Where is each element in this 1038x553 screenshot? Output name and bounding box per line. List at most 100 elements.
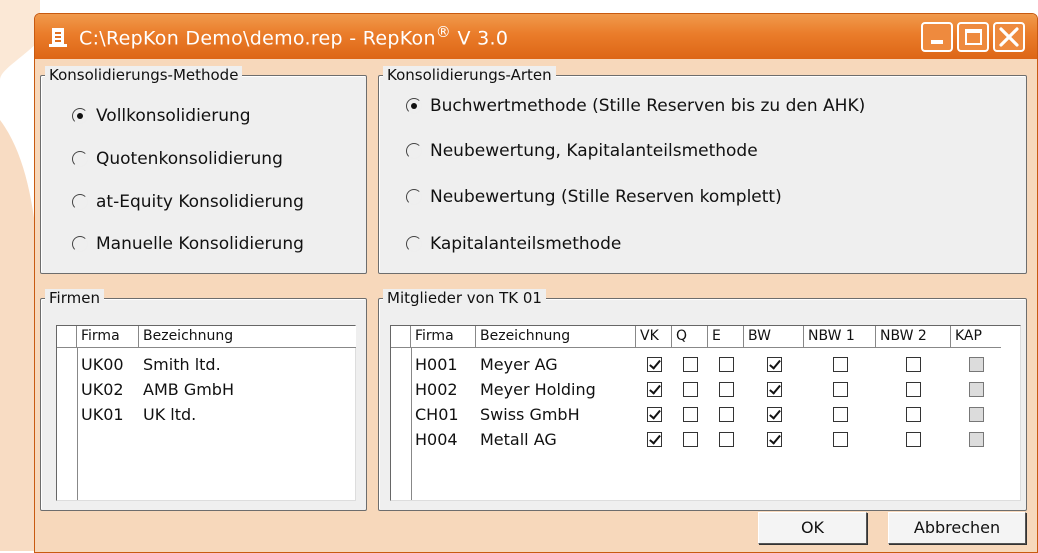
bezeichnung-cell: Smith ltd. [143, 354, 221, 374]
title-bar[interactable]: C:\RepKon Demo\demo.rep - RepKon® V 3.0 [35, 14, 1037, 59]
nbw2-checkbox[interactable] [906, 431, 921, 447]
bw-checkbox[interactable] [766, 381, 782, 397]
e-checkbox[interactable] [718, 356, 734, 372]
column-header-nbw2[interactable]: NBW 2 [876, 326, 951, 348]
column-header-firma[interactable]: Firma [411, 326, 476, 348]
nbw1-checkbox[interactable] [832, 381, 848, 397]
methode-option-quotenkonsolidierung[interactable]: Quotenkonsolidierung [72, 149, 283, 169]
nbw2-checkbox[interactable] [906, 406, 921, 422]
table-row[interactable]: UK01 UK ltd. [57, 402, 196, 426]
q-checkbox[interactable] [682, 381, 698, 397]
column-header-kap[interactable]: KAP [951, 326, 1001, 348]
vk-checkbox[interactable] [646, 381, 662, 397]
table-row[interactable]: H004 Metall AG [391, 427, 1001, 451]
methode-option-label: Manuelle Konsolidierung [96, 234, 304, 254]
radio-icon [406, 143, 422, 159]
methode-legend: Konsolidierungs-Methode [45, 66, 243, 84]
firma-cell: UK00 [81, 354, 124, 374]
methode-option-label: at-Equity Konsolidierung [96, 192, 304, 212]
kap-checkbox [968, 356, 984, 372]
mitglieder-table-header: Firma Bezeichnung VK Q E BW NBW 1 NBW 2 … [391, 326, 1001, 348]
column-header-q[interactable]: Q [672, 326, 708, 348]
cancel-button[interactable]: Abbrechen [888, 512, 1026, 544]
minimize-button[interactable] [921, 22, 953, 52]
radio-icon [72, 151, 88, 167]
radio-icon [406, 189, 422, 205]
bezeichnung-cell: Metall AG [480, 429, 557, 449]
kap-checkbox [968, 381, 984, 397]
arten-option-label: Neubewertung, Kapitalanteilsmethode [430, 141, 758, 161]
firmen-table[interactable]: Firma Bezeichnung UK00 Smith ltd. UK02 A… [56, 325, 356, 501]
table-row[interactable]: UK02 AMB GmbH [57, 377, 234, 401]
ok-button[interactable]: OK [758, 512, 867, 544]
methode-option-label: Vollkonsolidierung [96, 106, 251, 126]
maximize-button[interactable] [957, 22, 989, 52]
column-header-nbw1[interactable]: NBW 1 [804, 326, 876, 348]
app-icon [49, 26, 67, 48]
firma-cell: H002 [415, 379, 458, 399]
table-row[interactable]: UK00 Smith ltd. [57, 352, 221, 376]
q-checkbox[interactable] [682, 431, 698, 447]
close-icon [999, 27, 1019, 47]
app-window: C:\RepKon Demo\demo.rep - RepKon® V 3.0 … [34, 13, 1038, 553]
bezeichnung-cell: AMB GmbH [143, 379, 234, 399]
e-checkbox[interactable] [718, 406, 734, 422]
bezeichnung-cell: Meyer Holding [480, 379, 596, 399]
nbw1-checkbox[interactable] [832, 431, 848, 447]
table-row[interactable]: H001 Meyer AG [391, 352, 1001, 376]
radio-icon [72, 236, 88, 252]
kap-checkbox [968, 406, 984, 422]
firma-cell: CH01 [415, 404, 459, 424]
vk-checkbox[interactable] [646, 356, 662, 372]
table-row[interactable]: CH01 Swiss GmbH [391, 402, 1001, 426]
column-header-bw[interactable]: BW [744, 326, 804, 348]
q-checkbox[interactable] [682, 406, 698, 422]
e-checkbox[interactable] [718, 381, 734, 397]
arten-option-label: Buchwertmethode (Stille Reserven bis zu … [430, 96, 866, 116]
firma-cell: H001 [415, 354, 458, 374]
table-row[interactable]: H002 Meyer Holding [391, 377, 1001, 401]
bezeichnung-cell: UK ltd. [143, 404, 197, 424]
radio-selected-icon [72, 108, 88, 124]
nbw1-checkbox[interactable] [832, 356, 848, 372]
firma-cell: UK01 [81, 404, 124, 424]
nbw2-checkbox[interactable] [906, 381, 921, 397]
arten-legend: Konsolidierungs-Arten [383, 66, 556, 84]
arten-option-buchwertmethode[interactable]: Buchwertmethode (Stille Reserven bis zu … [406, 96, 865, 116]
nbw1-checkbox[interactable] [832, 406, 848, 422]
column-header-e[interactable]: E [708, 326, 744, 348]
arten-option-label: Kapitalanteilsmethode [430, 234, 622, 254]
column-header-vk[interactable]: VK [636, 326, 672, 348]
vk-checkbox[interactable] [646, 406, 662, 422]
arten-option-neubewertung-kapital[interactable]: Neubewertung, Kapitalanteilsmethode [406, 141, 758, 161]
e-checkbox[interactable] [718, 431, 734, 447]
bezeichnung-cell: Meyer AG [480, 354, 558, 374]
column-header-bezeichnung[interactable]: Bezeichnung [476, 326, 636, 348]
methode-option-vollkonsolidierung[interactable]: Vollkonsolidierung [72, 106, 251, 126]
mitglieder-table[interactable]: Firma Bezeichnung VK Q E BW NBW 1 NBW 2 … [390, 325, 1021, 501]
methode-option-label: Quotenkonsolidierung [96, 149, 283, 169]
nbw2-checkbox[interactable] [906, 356, 921, 372]
arten-option-label: Neubewertung (Stille Reserven komplett) [430, 187, 782, 207]
bezeichnung-cell: Swiss GmbH [480, 404, 580, 424]
radio-icon [406, 236, 422, 252]
firmen-legend: Firmen [45, 289, 104, 307]
kap-checkbox [968, 431, 984, 447]
minimize-icon [931, 40, 943, 44]
column-header-firma[interactable]: Firma [77, 326, 139, 348]
bw-checkbox[interactable] [766, 406, 782, 422]
mitglieder-legend: Mitglieder von TK 01 [383, 289, 546, 307]
firma-cell: UK02 [81, 379, 124, 399]
methode-option-manuelle[interactable]: Manuelle Konsolidierung [72, 234, 304, 254]
bw-checkbox[interactable] [766, 431, 782, 447]
q-checkbox[interactable] [682, 356, 698, 372]
bw-checkbox[interactable] [766, 356, 782, 372]
vk-checkbox[interactable] [646, 431, 662, 447]
radio-icon [72, 194, 88, 210]
arten-option-kapitalanteilsmethode[interactable]: Kapitalanteilsmethode [406, 234, 621, 254]
close-button[interactable] [993, 22, 1025, 52]
arten-option-neubewertung-komplett[interactable]: Neubewertung (Stille Reserven komplett) [406, 187, 782, 207]
methode-option-at-equity[interactable]: at-Equity Konsolidierung [72, 192, 304, 212]
dialog-client: Konsolidierungs-Methode Vollkonsolidieru… [35, 59, 1037, 552]
column-header-bezeichnung[interactable]: Bezeichnung [139, 326, 356, 348]
